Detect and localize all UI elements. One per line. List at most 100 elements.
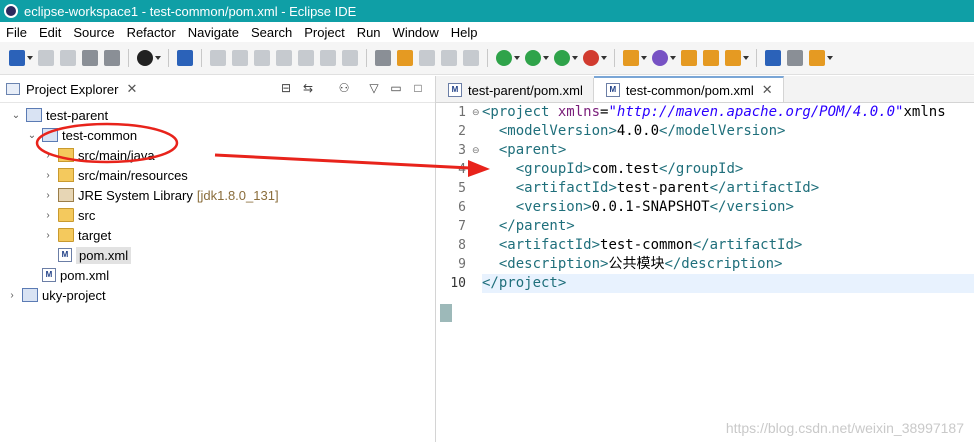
terminal-icon[interactable]: [177, 50, 193, 66]
expand-toggle-icon[interactable]: ⌄: [10, 110, 22, 121]
tree-item-pom-common[interactable]: M pom.xml: [0, 245, 435, 265]
code-line: </parent>: [498, 218, 575, 234]
folder-icon: [58, 208, 74, 222]
fold-icon[interactable]: ⊖: [472, 107, 480, 118]
build-icon[interactable]: [104, 50, 120, 66]
code-line: <modelVersion>4.0.0</modelVersion>: [498, 123, 786, 139]
maximize-icon[interactable]: □: [411, 81, 425, 95]
line-number: 5: [458, 181, 466, 196]
new-class-icon[interactable]: [652, 50, 676, 66]
close-icon[interactable]: ✕: [762, 82, 773, 98]
resume-icon[interactable]: [210, 50, 226, 66]
external-tools-icon[interactable]: [583, 50, 607, 66]
menu-navigate[interactable]: Navigate: [182, 25, 245, 40]
minimize-icon[interactable]: ▭: [389, 81, 403, 95]
close-icon[interactable]: ✕: [126, 81, 137, 97]
menu-window[interactable]: Window: [387, 25, 445, 40]
toolbar-separator: [366, 49, 367, 67]
menu-run[interactable]: Run: [351, 25, 387, 40]
code-line: <artifactId>test-parent</artifactId>: [515, 180, 820, 196]
menu-edit[interactable]: Edit: [33, 25, 67, 40]
code-line: </project>: [482, 274, 974, 293]
expand-toggle-icon[interactable]: ›: [42, 170, 54, 181]
tree-item-uky-project[interactable]: › uky-project: [0, 285, 435, 305]
show-whitespace-icon[interactable]: [463, 50, 479, 66]
menu-file[interactable]: File: [0, 25, 33, 40]
view-menu-icon[interactable]: ▽: [367, 81, 381, 95]
word-wrap-icon[interactable]: [419, 50, 435, 66]
search-icon[interactable]: [725, 50, 749, 66]
terminate-icon[interactable]: [254, 50, 270, 66]
tree-item-test-common[interactable]: ⌄ test-common: [0, 125, 435, 145]
expand-toggle-icon[interactable]: ⌄: [26, 130, 38, 141]
open-type-icon[interactable]: [681, 50, 697, 66]
collapse-all-icon[interactable]: ⊟: [279, 81, 293, 95]
expand-toggle-icon[interactable]: ›: [42, 150, 54, 161]
suspend-icon[interactable]: [232, 50, 248, 66]
code-editor[interactable]: <project xmlns="http://maven.apache.org/…: [482, 103, 974, 442]
menu-source[interactable]: Source: [67, 25, 120, 40]
toggle-mark-icon[interactable]: [375, 50, 391, 66]
new-java-project-icon[interactable]: [623, 50, 647, 66]
tree-item-label: JRE System Library: [78, 187, 193, 203]
fold-icon[interactable]: ⊖: [472, 145, 480, 156]
xml-file-icon: M: [605, 83, 620, 97]
line-number: 7: [458, 219, 466, 234]
xml-file-icon: M: [58, 248, 72, 262]
properties-icon[interactable]: [82, 50, 98, 66]
project-icon: [22, 288, 38, 302]
tree-item-label: src: [78, 207, 96, 223]
expand-toggle-icon[interactable]: ›: [42, 210, 54, 221]
tree-item-test-parent[interactable]: ⌄ test-parent: [0, 105, 435, 125]
step-over-icon[interactable]: [320, 50, 336, 66]
coverage-icon[interactable]: [554, 50, 578, 66]
line-number: 6: [458, 200, 466, 215]
tree-item-src-main-java[interactable]: › src/main/java: [0, 145, 435, 165]
folder-icon: [58, 228, 74, 242]
expand-toggle-icon[interactable]: ›: [6, 290, 18, 301]
tree-item-pom-parent[interactable]: M pom.xml: [0, 265, 435, 285]
open-task-icon[interactable]: [703, 50, 719, 66]
menu-refactor[interactable]: Refactor: [121, 25, 182, 40]
annotation-icon[interactable]: [787, 50, 803, 66]
tree-item-target[interactable]: › target: [0, 225, 435, 245]
step-into-icon[interactable]: [298, 50, 314, 66]
project-explorer-tab[interactable]: Project Explorer ✕: [0, 76, 145, 102]
main-toolbar: [0, 42, 974, 75]
save-icon[interactable]: [38, 50, 54, 66]
toolbar-separator: [201, 49, 202, 67]
tab-test-parent-pom[interactable]: M test-parent/pom.xml: [436, 78, 594, 102]
menu-search[interactable]: Search: [245, 25, 298, 40]
toggle-breadcrumb-icon[interactable]: [397, 50, 413, 66]
menu-project[interactable]: Project: [298, 25, 350, 40]
code-line: <project xmlns="http://maven.apache.org/…: [482, 104, 946, 120]
block-select-icon[interactable]: [441, 50, 457, 66]
filters-icon[interactable]: ⚇: [337, 81, 351, 95]
debug-user-icon[interactable]: [137, 50, 161, 66]
new-icon[interactable]: [9, 50, 33, 66]
eclipse-logo-icon: [4, 4, 18, 18]
xml-file-icon: M: [42, 268, 56, 282]
next-annotation-icon[interactable]: [809, 50, 833, 66]
save-all-icon[interactable]: [60, 50, 76, 66]
globe-icon[interactable]: [765, 50, 781, 66]
expand-toggle-icon[interactable]: ›: [42, 190, 54, 201]
debug-icon[interactable]: [496, 50, 520, 66]
tree-item-jre-library[interactable]: › JRE System Library [jdk1.8.0_131]: [0, 185, 435, 205]
line-number-gutter: 1 ⊖ 2 3 ⊖ 4 5 6 7 8 9 10: [436, 103, 480, 442]
tree-item-src[interactable]: › src: [0, 205, 435, 225]
project-explorer-header: Project Explorer ✕ ⊟ ⇆ ⚇ ▽ ▭ □: [0, 76, 435, 103]
tab-label: test-parent/pom.xml: [468, 82, 583, 98]
expand-toggle-icon[interactable]: ›: [42, 230, 54, 241]
run-icon[interactable]: [525, 50, 549, 66]
line-number: 10: [450, 276, 466, 291]
menu-help[interactable]: Help: [445, 25, 484, 40]
tree-item-label: target: [78, 227, 112, 243]
tab-test-common-pom[interactable]: M test-common/pom.xml ✕: [593, 76, 784, 102]
source-folder-icon: [58, 168, 74, 182]
tree-item-src-main-resources[interactable]: › src/main/resources: [0, 165, 435, 185]
view-toolbar: ⊟ ⇆ ⚇ ▽ ▭ □: [279, 81, 425, 95]
step-return-icon[interactable]: [342, 50, 358, 66]
link-with-editor-icon[interactable]: ⇆: [301, 81, 315, 95]
disconnect-icon[interactable]: [276, 50, 292, 66]
